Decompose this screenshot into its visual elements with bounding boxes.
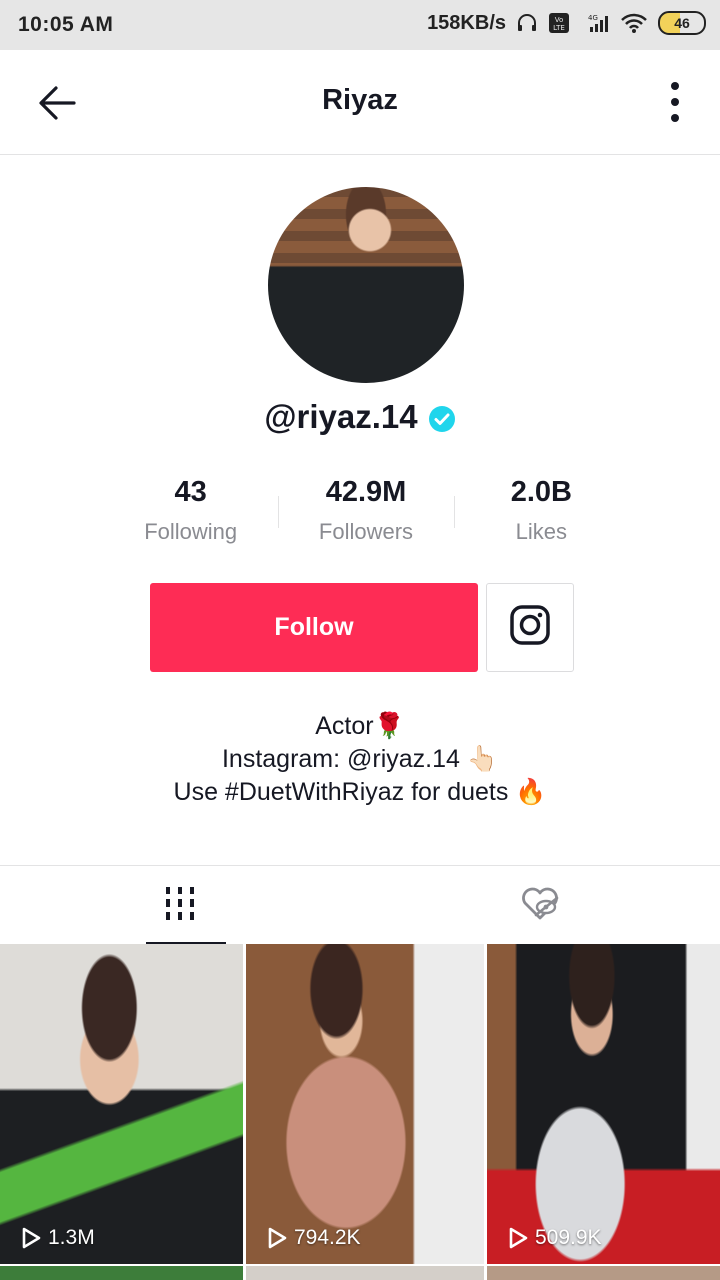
video-thumbnail[interactable] — [0, 1266, 243, 1280]
profile-stats: 43 Following 42.9M Followers 2.0B Likes — [103, 476, 629, 556]
stat-value: 43 — [174, 476, 207, 508]
stat-label: Followers — [318, 519, 414, 544]
stat-following[interactable]: 43 Following — [103, 476, 278, 556]
page-title: Riyaz — [322, 84, 398, 116]
top-nav: Riyaz — [0, 50, 720, 155]
instagram-button[interactable] — [486, 583, 574, 672]
profile-handle: @riyaz.14 — [264, 398, 418, 435]
stat-label: Likes — [515, 519, 567, 544]
view-count: 509.9K — [507, 1226, 602, 1250]
video-thumbnail[interactable] — [246, 1266, 484, 1280]
svg-text:Vo: Vo — [555, 16, 564, 24]
grid-icon — [163, 885, 197, 926]
stat-value: 2.0B — [510, 476, 572, 508]
play-icon — [22, 1227, 41, 1249]
svg-text:4G: 4G — [588, 14, 598, 22]
bio-line: Actor🌹 — [315, 712, 405, 740]
profile-tabs — [0, 865, 720, 945]
video-thumbnail[interactable] — [487, 1266, 720, 1280]
view-count-text: 794.2K — [294, 1226, 361, 1249]
verified-badge-icon — [428, 403, 456, 432]
bio-line: Use #DuetWithRiyaz for duets 🔥 — [173, 778, 547, 806]
profile-handle-row: @riyaz.14 — [0, 398, 720, 436]
video-thumbnail[interactable]: 509.9K — [487, 944, 720, 1264]
tab-liked[interactable] — [360, 866, 720, 945]
volte-icon: Vo LTE — [548, 12, 570, 34]
play-icon — [268, 1227, 287, 1249]
profile-bio: Actor🌹 Instagram: @riyaz.14 👆🏻 Use #Duet… — [0, 710, 720, 809]
headphones-icon — [516, 12, 538, 34]
video-grid: 1.3M 794.2K 509.9K — [0, 944, 720, 1280]
video-thumbnail[interactable]: 1.3M — [0, 944, 243, 1264]
stat-likes[interactable]: 2.0B Likes — [453, 476, 629, 556]
follow-button[interactable]: Follow — [150, 583, 478, 672]
stat-value: 42.9M — [325, 476, 407, 508]
signal-icon: 4G — [580, 12, 610, 34]
view-count: 1.3M — [20, 1226, 95, 1250]
liked-hidden-icon — [518, 884, 562, 927]
avatar[interactable] — [268, 187, 464, 383]
tab-videos[interactable] — [0, 866, 360, 945]
play-icon — [509, 1227, 528, 1249]
more-options-icon[interactable] — [660, 80, 690, 124]
instagram-icon — [509, 604, 551, 651]
view-count-text: 1.3M — [48, 1226, 95, 1249]
status-bar: 10:05 AM 158KB/s Vo LTE 4G 46 — [0, 0, 720, 50]
video-thumbnail[interactable]: 794.2K — [246, 944, 484, 1264]
wifi-icon — [620, 12, 648, 34]
status-icons: 158KB/s Vo LTE 4G 46 — [427, 11, 706, 35]
view-count-text: 509.9K — [535, 1226, 602, 1249]
bio-line: Instagram: @riyaz.14 👆🏻 — [221, 745, 499, 773]
view-count: 794.2K — [266, 1226, 361, 1250]
svg-text:LTE: LTE — [553, 24, 565, 32]
network-speed: 158KB/s — [427, 11, 506, 34]
status-time: 10:05 AM — [18, 13, 114, 36]
stat-label: Following — [144, 519, 238, 544]
battery-icon: 46 — [658, 11, 706, 35]
stat-followers[interactable]: 42.9M Followers — [278, 476, 453, 556]
